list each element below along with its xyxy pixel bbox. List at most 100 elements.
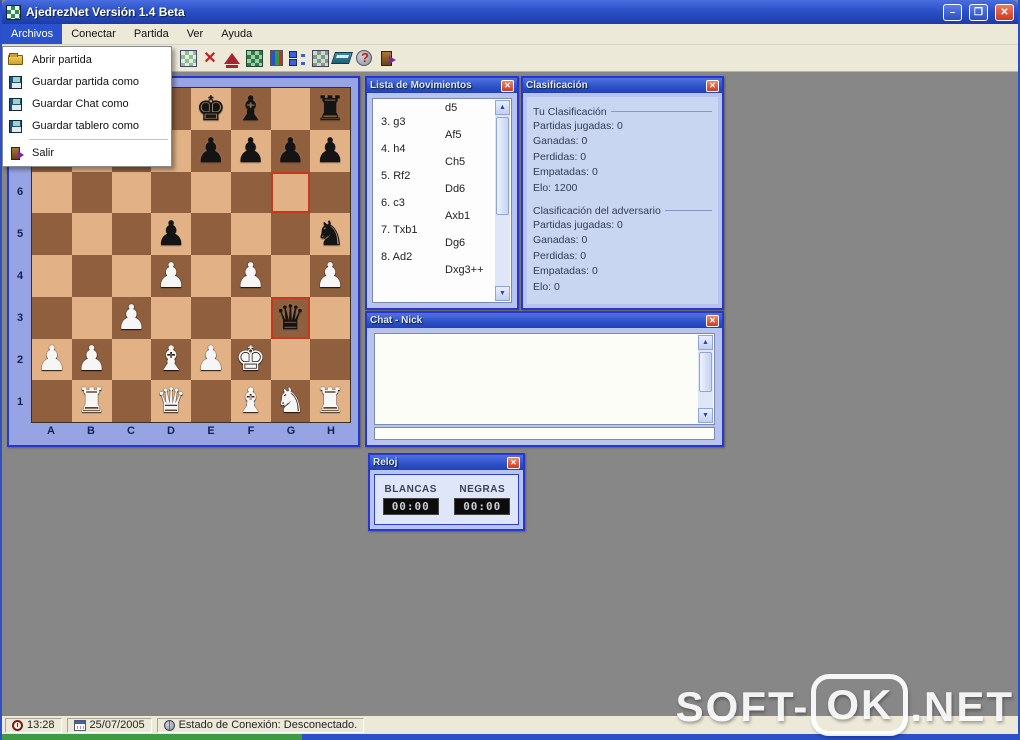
board-square-a3[interactable]	[32, 296, 72, 339]
black-king-e8[interactable]: ♚	[196, 92, 226, 126]
board-square-a4[interactable]	[32, 255, 72, 297]
black-pawn-h7[interactable]: ♟	[315, 134, 345, 168]
chat-scrollbar[interactable]: ▲ ▼	[698, 335, 713, 423]
board-square-f6[interactable]	[230, 171, 271, 214]
board-square-e6[interactable]	[191, 171, 231, 214]
white-pawn-h4[interactable]: ♟	[315, 259, 345, 293]
chat-window-titlebar[interactable]: Chat - Nick ✕	[367, 313, 722, 328]
board-square-g3[interactable]: ♛	[270, 296, 311, 339]
maximize-button[interactable]: ❐	[969, 3, 988, 21]
white-pawn-c3[interactable]: ♟	[116, 301, 146, 335]
rating-window-titlebar[interactable]: Clasificación ✕	[523, 78, 722, 93]
toolbar-button-help-globe[interactable]	[353, 48, 375, 69]
white-knight-g1[interactable]: ♞	[275, 384, 305, 418]
file-menu-item-guardar-partida-como[interactable]: Guardar partida como	[3, 71, 171, 93]
board-square-b3[interactable]	[71, 296, 112, 339]
moves-scrollbar[interactable]: ▲ ▼	[495, 100, 510, 301]
toolbar-button-exit-door[interactable]	[375, 48, 397, 69]
board-square-c1[interactable]	[111, 380, 152, 422]
board-square-g4[interactable]	[270, 255, 311, 297]
menu-item-conectar[interactable]: Conectar	[62, 24, 125, 44]
chat-log[interactable]: ▲ ▼	[374, 333, 715, 425]
toolbar-button-board-search[interactable]	[243, 48, 265, 69]
board-square-d6[interactable]	[151, 171, 191, 214]
toolbar-button-arrow-up[interactable]	[221, 48, 243, 69]
white-bishop-d2[interactable]: ♝	[156, 342, 186, 376]
board-square-h5[interactable]: ♞	[310, 213, 350, 255]
black-rook-h8[interactable]: ♜	[315, 92, 345, 126]
toolbar-button-move-list[interactable]	[287, 48, 309, 69]
board-square-c5[interactable]	[111, 213, 152, 255]
black-bishop-f8[interactable]: ♝	[235, 92, 265, 126]
board-square-c6[interactable]	[111, 171, 152, 214]
file-menu-item-guardar-chat-como[interactable]: Guardar Chat como	[3, 93, 171, 115]
white-pawn-b2[interactable]: ♟	[76, 342, 106, 376]
menu-item-archivos[interactable]: Archivos	[2, 24, 63, 44]
board-square-d5[interactable]: ♟	[151, 213, 191, 255]
board-square-d3[interactable]	[151, 296, 191, 339]
clock-close-icon[interactable]: ✕	[507, 456, 520, 469]
minimize-button[interactable]: –	[943, 3, 962, 21]
toolbar-button-delete-x[interactable]	[199, 48, 221, 69]
board-square-b6[interactable]	[71, 171, 112, 214]
board-square-a5[interactable]	[32, 213, 72, 255]
board-square-c3[interactable]: ♟	[111, 296, 152, 339]
board-square-g6[interactable]	[270, 171, 311, 214]
black-pawn-f7[interactable]: ♟	[235, 134, 265, 168]
board-square-g5[interactable]	[270, 213, 311, 255]
board-square-f2[interactable]: ♚	[230, 338, 271, 381]
board-square-e7[interactable]: ♟	[191, 129, 231, 172]
white-queen-d1[interactable]: ♛	[156, 384, 186, 418]
board-square-e2[interactable]: ♟	[191, 338, 231, 381]
scroll-down-icon[interactable]: ▼	[495, 286, 510, 301]
menu-item-ayuda[interactable]: Ayuda	[212, 24, 261, 44]
moves-window-titlebar[interactable]: Lista de Movimientos ✕	[367, 78, 517, 93]
scroll-up-icon[interactable]: ▲	[495, 100, 510, 115]
board-square-h1[interactable]: ♜	[310, 380, 350, 422]
close-button[interactable]: ✕	[995, 3, 1014, 21]
chat-close-icon[interactable]: ✕	[706, 314, 719, 327]
chat-input[interactable]	[374, 427, 715, 440]
board-square-f5[interactable]	[230, 213, 271, 255]
board-square-g8[interactable]	[270, 88, 311, 130]
black-pawn-d5[interactable]: ♟	[156, 217, 186, 251]
board-square-f3[interactable]	[230, 296, 271, 339]
board-square-e5[interactable]	[191, 213, 231, 255]
board-square-e4[interactable]	[191, 255, 231, 297]
board-square-a1[interactable]	[32, 380, 72, 422]
white-pawn-a2[interactable]: ♟	[37, 342, 67, 376]
board-square-e8[interactable]: ♚	[191, 88, 231, 130]
board-square-d2[interactable]: ♝	[151, 338, 191, 381]
clock-window-titlebar[interactable]: Reloj ✕	[370, 455, 523, 470]
chat-scroll-up-icon[interactable]: ▲	[698, 335, 713, 350]
board-square-h4[interactable]: ♟	[310, 255, 350, 297]
black-pawn-e7[interactable]: ♟	[196, 134, 226, 168]
moves-listbox[interactable]: 3. g3 4. h4 5. Rf2 6. c3 7. Txb1 8. Ad2 d5 Af5…	[372, 98, 512, 303]
board-square-b4[interactable]	[71, 255, 112, 297]
file-menu-item-salir[interactable]: Salir	[3, 142, 171, 164]
board-square-h8[interactable]: ♜	[310, 88, 350, 130]
menu-item-ver[interactable]: Ver	[178, 24, 213, 44]
black-knight-h5[interactable]: ♞	[315, 217, 345, 251]
white-rook-h1[interactable]: ♜	[315, 384, 345, 418]
board-square-b5[interactable]	[71, 213, 112, 255]
file-menu-item-guardar-tablero-como[interactable]: Guardar tablero como	[3, 115, 171, 137]
board-square-d4[interactable]: ♟	[151, 255, 191, 297]
board-square-f4[interactable]: ♟	[230, 255, 271, 297]
board-square-f1[interactable]: ♝	[230, 380, 271, 422]
white-rook-b1[interactable]: ♜	[76, 384, 106, 418]
board-square-e3[interactable]	[191, 296, 231, 339]
board-square-g1[interactable]: ♞	[270, 380, 311, 422]
toolbar-button-color-bars[interactable]	[265, 48, 287, 69]
board-square-c4[interactable]	[111, 255, 152, 297]
board-square-h6[interactable]	[310, 171, 350, 214]
menu-item-partida[interactable]: Partida	[125, 24, 178, 44]
white-king-f2[interactable]: ♚	[235, 342, 265, 376]
board-square-f8[interactable]: ♝	[230, 88, 271, 130]
board-square-g7[interactable]: ♟	[270, 129, 311, 172]
board-square-d1[interactable]: ♛	[151, 380, 191, 422]
chat-scroll-down-icon[interactable]: ▼	[698, 408, 713, 423]
moves-close-icon[interactable]: ✕	[501, 79, 514, 92]
board-square-b2[interactable]: ♟	[71, 338, 112, 381]
black-pawn-g7[interactable]: ♟	[275, 134, 305, 168]
